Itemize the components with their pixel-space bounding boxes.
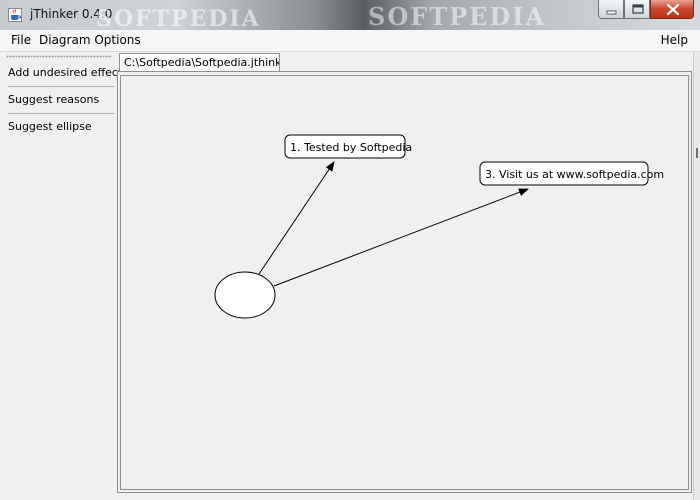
- diagram-layer: 1. Tested by Softpedia 3. Visit us at ww…: [214, 134, 664, 319]
- app-window: jThinker 0.4.0 SOFTPEDIA SOFTPEDIA File …: [0, 0, 700, 500]
- diagram-node-3[interactable]: 3. Visit us at www.softpedia.com: [479, 161, 664, 186]
- node-label: 3. Visit us at www.softpedia.com: [485, 168, 664, 181]
- diagram-edge[interactable]: [258, 161, 335, 275]
- node-label: 1. Tested by Softpedia: [290, 141, 412, 154]
- diagram-node-1[interactable]: 1. Tested by Softpedia: [284, 134, 412, 159]
- diagram-edge[interactable]: [273, 188, 529, 287]
- diagram-node-ellipse[interactable]: [214, 271, 276, 319]
